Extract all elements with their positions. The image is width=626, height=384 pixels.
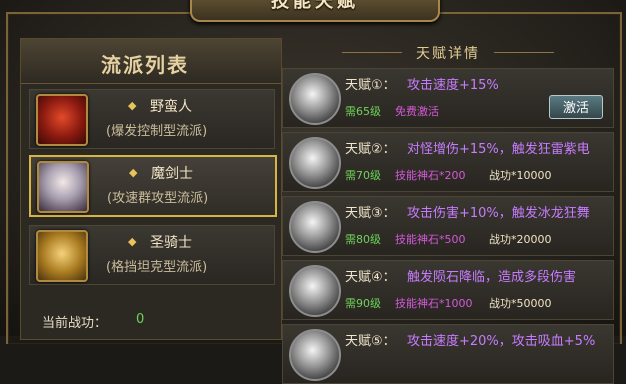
talent-level-req: 需90级: [345, 297, 381, 310]
talent-power-cost: 战功*20000: [489, 233, 552, 246]
school-item-barbarian[interactable]: ◆ 野蛮人 (爆发控制型流派): [29, 89, 275, 149]
talent-desc: 攻击速度+15%: [407, 78, 499, 93]
school-desc: (格挡坦克型流派): [106, 260, 208, 275]
school-name: 魔剑士: [151, 166, 193, 182]
meteor-talent-icon: [289, 265, 341, 317]
talent-cost: 技能神石*500: [395, 233, 466, 246]
talent-desc: 攻击速度+20%，攻击吸血+5%: [407, 334, 596, 349]
talent-row-4: 天赋④： 触发陨石降临，造成多段伤害 需90级 技能神石*1000 战功*500…: [282, 260, 614, 320]
talent-power-cost: 战功*50000: [489, 297, 552, 310]
school-list-title: 流派列表: [101, 53, 189, 77]
attack-speed-talent-icon: [289, 73, 341, 125]
game-window: 技能天赋 流派列表 ◆ 野蛮人 (爆发控制型流派) ◆ 魔剑士 (攻速群攻型流派…: [0, 0, 626, 384]
diamond-bullet-icon: ◆: [129, 166, 138, 179]
talent-row-1: 天赋①： 攻击速度+15% 需65级 免费激活 激活: [282, 68, 614, 128]
talent-level-req: 需70级: [345, 169, 381, 182]
talent-name: 天赋⑤：: [345, 334, 396, 349]
current-power-label: 当前战功：: [42, 316, 108, 331]
talent-row-3: 天赋③： 攻击伤害+10%，触发冰龙狂舞 需80级 技能神石*500 战功*20…: [282, 196, 614, 256]
talent-cost: 技能神石*200: [395, 169, 466, 182]
talent-cost: 技能神石*1000: [395, 297, 473, 310]
school-list-header: 流派列表: [21, 39, 281, 84]
activate-button[interactable]: 激活: [549, 95, 603, 119]
ice-dragon-talent-icon: [289, 201, 341, 253]
talent-desc: 对怪增伤+15%，触发狂雷紫电: [407, 142, 590, 157]
talent-name: 天赋②：: [345, 142, 396, 157]
talent-level-req: 需80级: [345, 233, 381, 246]
school-item-magic-swordsman[interactable]: ◆ 魔剑士 (攻速群攻型流派): [29, 155, 277, 217]
school-name: 圣骑士: [150, 235, 192, 251]
school-desc: (攻速群攻型流派): [107, 191, 209, 206]
diamond-bullet-icon: ◆: [128, 99, 137, 112]
title-banner: 技能天赋: [190, 0, 440, 22]
paladin-portrait-icon: [36, 230, 88, 282]
school-item-paladin[interactable]: ◆ 圣骑士 (格挡坦克型流派): [29, 225, 275, 285]
school-desc: (爆发控制型流派): [106, 124, 208, 139]
current-power-value: 0: [136, 312, 145, 327]
school-name: 野蛮人: [150, 99, 192, 115]
talent-name: 天赋③：: [345, 206, 396, 221]
header-divider: [494, 52, 554, 53]
talent-desc: 攻击伤害+10%，触发冰龙狂舞: [407, 206, 590, 221]
talent-detail-title: 天赋详情: [416, 46, 480, 62]
talent-detail-header: 天赋详情: [342, 42, 554, 62]
talent-detail-panel: 天赋详情 天赋①： 攻击速度+15% 需65级 免费激活 激活 天赋②： 对怪增…: [282, 38, 614, 384]
talent-desc: 触发陨石降临，造成多段伤害: [407, 270, 577, 285]
talent-row-2: 天赋②： 对怪增伤+15%，触发狂雷紫电 需70级 技能神石*200 战功*10…: [282, 132, 614, 192]
school-list-panel: 流派列表 ◆ 野蛮人 (爆发控制型流派) ◆ 魔剑士 (攻速群攻型流派) ◆ 圣…: [20, 38, 282, 340]
barbarian-portrait-icon: [36, 94, 88, 146]
window-title: 技能天赋: [271, 0, 359, 12]
bloodsuck-talent-icon: [289, 329, 341, 381]
talent-name: 天赋①：: [345, 78, 396, 93]
magic-swordsman-portrait-icon: [37, 161, 89, 213]
talent-cost: 免费激活: [395, 105, 439, 118]
talent-power-cost: 战功*10000: [489, 169, 552, 182]
talent-level-req: 需65级: [345, 105, 381, 118]
talent-name: 天赋④：: [345, 270, 396, 285]
talent-row-5: 天赋⑤： 攻击速度+20%，攻击吸血+5%: [282, 324, 614, 384]
thunder-talent-icon: [289, 137, 341, 189]
diamond-bullet-icon: ◆: [128, 235, 137, 248]
